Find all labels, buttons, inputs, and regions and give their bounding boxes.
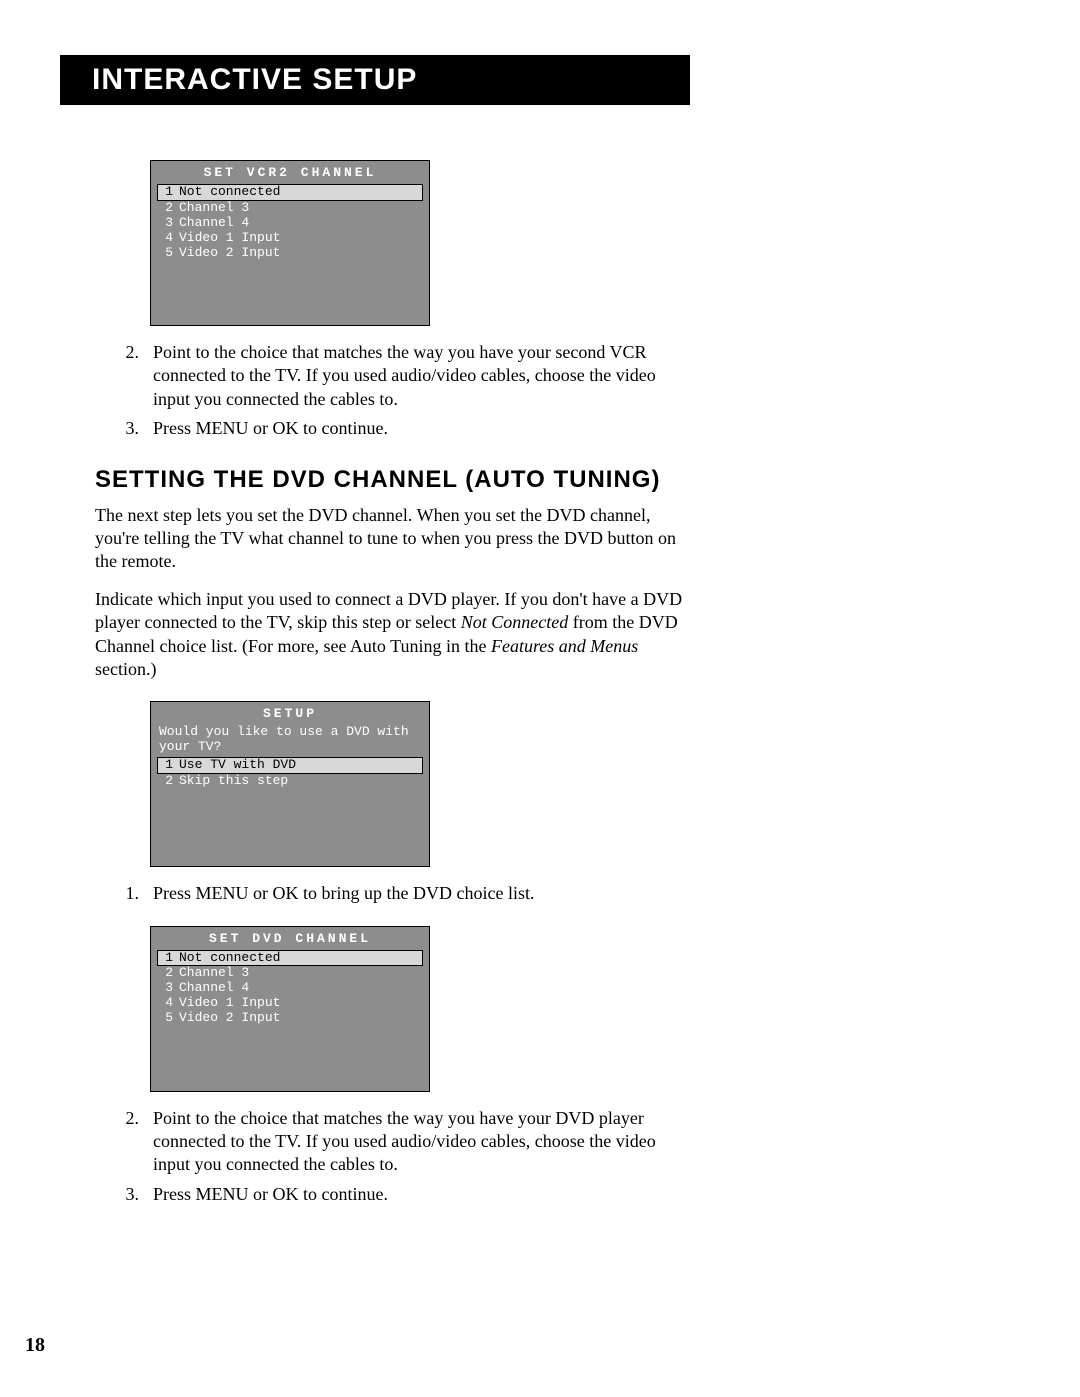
step-3: 3. Press MENU or OK to continue. xyxy=(95,417,695,440)
osd-title: SET DVD CHANNEL xyxy=(151,927,429,950)
osd-body: Would you like to use a DVD with your TV… xyxy=(151,725,429,866)
em-not-connected: Not Connected xyxy=(461,612,568,632)
em-features-menus: Features and Menus xyxy=(491,636,638,656)
section-title-dvd: Setting the DVD Channel (Auto Tuning) xyxy=(95,464,695,495)
step-2: 2. Point to the choice that matches the … xyxy=(95,1107,695,1177)
osd-item-video1: 4 Video 1 Input xyxy=(157,231,423,246)
osd-item-skip: 2 Skip this step xyxy=(157,774,423,789)
osd-item-use-dvd: 1 Use TV with DVD xyxy=(157,757,423,774)
osd-item-channel-4: 3 Channel 4 xyxy=(157,981,423,996)
para-dvd-intro: The next step lets you set the DVD chann… xyxy=(95,504,695,574)
osd-item-channel-4: 3 Channel 4 xyxy=(157,216,423,231)
para-dvd-indicate: Indicate which input you used to connect… xyxy=(95,588,695,682)
page-number: 18 xyxy=(25,1334,45,1357)
osd-item-video2: 5 Video 2 Input xyxy=(157,246,423,261)
content: SET VCR2 CHANNEL 1 Not connected 2 Chann… xyxy=(95,160,695,1206)
osd-item-channel-3: 2 Channel 3 xyxy=(157,201,423,216)
osd-item-video2: 5 Video 2 Input xyxy=(157,1011,423,1026)
osd-item-not-connected: 1 Not connected xyxy=(157,184,423,201)
osd-item-channel-3: 2 Channel 3 xyxy=(157,966,423,981)
osd-prompt: Would you like to use a DVD with your TV… xyxy=(157,725,423,757)
step-1: 1. Press MENU or OK to bring up the DVD … xyxy=(95,882,695,905)
steps-dvd-1: 1. Press MENU or OK to bring up the DVD … xyxy=(95,882,695,905)
osd-title: SETUP xyxy=(151,702,429,725)
osd-item-video1: 4 Video 1 Input xyxy=(157,996,423,1011)
page: Interactive Setup SET VCR2 CHANNEL 1 Not… xyxy=(0,0,1080,1397)
page-title: Interactive Setup xyxy=(92,63,417,97)
osd-item-not-connected: 1 Not connected xyxy=(157,950,423,967)
step-3: 3. Press MENU or OK to continue. xyxy=(95,1183,695,1206)
osd-title: SET VCR2 CHANNEL xyxy=(151,161,429,184)
osd-set-vcr2-channel: SET VCR2 CHANNEL 1 Not connected 2 Chann… xyxy=(150,160,430,326)
osd-set-dvd-channel: SET DVD CHANNEL 1 Not connected 2 Channe… xyxy=(150,926,430,1092)
osd-setup: SETUP Would you like to use a DVD with y… xyxy=(150,701,430,867)
steps-dvd-2: 2. Point to the choice that matches the … xyxy=(95,1107,695,1207)
steps-vcr2: 2. Point to the choice that matches the … xyxy=(95,341,695,441)
osd-body: 1 Not connected 2 Channel 3 3 Channel 4 … xyxy=(151,950,429,1091)
osd-body: 1 Not connected 2 Channel 3 3 Channel 4 … xyxy=(151,184,429,325)
header-bar: Interactive Setup xyxy=(60,55,690,105)
step-2: 2. Point to the choice that matches the … xyxy=(95,341,695,411)
